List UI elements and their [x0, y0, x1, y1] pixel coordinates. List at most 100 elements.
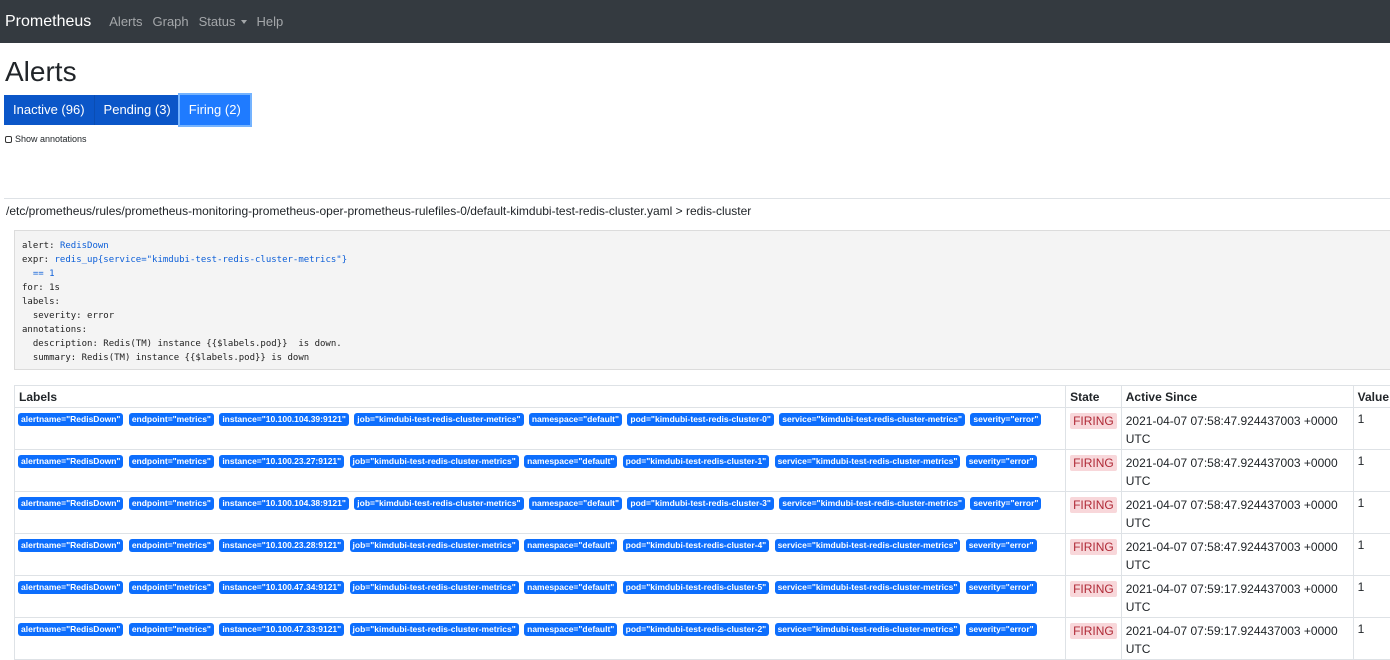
label-badge: severity="error": [966, 581, 1037, 594]
rule-for: for: 1s: [22, 283, 60, 293]
label-badge: endpoint="metrics": [129, 497, 214, 510]
label-badge: namespace="default": [524, 623, 617, 636]
label-badge: namespace="default": [529, 497, 622, 510]
label-badge: job="kimdubi-test-redis-cluster-metrics": [350, 455, 519, 468]
caret-down-icon: [241, 20, 247, 24]
nav-status-label: Status: [199, 14, 236, 29]
labels-cell: alertname="RedisDown" endpoint="metrics"…: [15, 534, 1066, 576]
table-row: alertname="RedisDown" endpoint="metrics"…: [15, 576, 1390, 618]
table-row: alertname="RedisDown" endpoint="metrics"…: [15, 408, 1390, 450]
state-badge: FIRING: [1070, 497, 1117, 513]
show-annotations-checkbox[interactable]: [5, 136, 12, 143]
value-cell: 1: [1353, 618, 1390, 660]
tab-inactive[interactable]: Inactive (96): [4, 95, 94, 125]
label-badge: endpoint="metrics": [129, 539, 214, 552]
state-cell: FIRING: [1066, 492, 1122, 534]
state-badge: FIRING: [1070, 623, 1117, 639]
state-badge: FIRING: [1070, 539, 1117, 555]
label-badge: instance="10.100.104.38:9121": [219, 497, 349, 510]
label-badge: severity="error": [966, 455, 1037, 468]
value-cell: 1: [1353, 492, 1390, 534]
label-badge: endpoint="metrics": [129, 413, 214, 426]
label-badge: alertname="RedisDown": [18, 623, 123, 636]
top-navbar: Prometheus Alerts Graph Status Help: [0, 0, 1390, 43]
rule-expr-link[interactable]: redis_up{service="kimdubi-test-redis-clu…: [55, 255, 348, 265]
table-row: alertname="RedisDown" endpoint="metrics"…: [15, 450, 1390, 492]
value-cell: 1: [1353, 534, 1390, 576]
label-badge: namespace="default": [524, 455, 617, 468]
active-since-cell: 2021-04-07 07:58:47.924437003 +0000 UTC: [1121, 534, 1353, 576]
value-cell: 1: [1353, 450, 1390, 492]
alert-state-tabs: Inactive (96) Pending (3) Firing (2): [4, 95, 250, 125]
rule-annotations-key: annotations:: [22, 325, 87, 335]
rule-alert-name-link[interactable]: RedisDown: [60, 241, 109, 251]
label-badge: alertname="RedisDown": [18, 413, 123, 426]
rule-labels-key: labels:: [22, 297, 60, 307]
nav-graph[interactable]: Graph: [153, 14, 189, 29]
label-badge: severity="error": [970, 413, 1041, 426]
label-badge: service="kimdubi-test-redis-cluster-metr…: [775, 539, 961, 552]
label-badge: instance="10.100.47.34:9121": [219, 581, 344, 594]
label-badge: endpoint="metrics": [129, 455, 214, 468]
rule-group-header[interactable]: /etc/prometheus/rules/prometheus-monitor…: [4, 198, 1390, 222]
table-header-row: Labels State Active Since Value: [15, 386, 1390, 408]
state-cell: FIRING: [1066, 618, 1122, 660]
tab-pending[interactable]: Pending (3): [94, 95, 180, 125]
label-badge: instance="10.100.23.27:9121": [219, 455, 344, 468]
label-badge: service="kimdubi-test-redis-cluster-metr…: [775, 455, 961, 468]
show-annotations-toggle[interactable]: Show annotations: [5, 134, 87, 144]
label-badge: instance="10.100.47.33:9121": [219, 623, 344, 636]
label-badge: job="kimdubi-test-redis-cluster-metrics": [354, 497, 523, 510]
table-row: alertname="RedisDown" endpoint="metrics"…: [15, 534, 1390, 576]
show-annotations-label: Show annotations: [15, 134, 87, 144]
header-labels: Labels: [15, 386, 1066, 408]
label-badge: severity="error": [966, 539, 1037, 552]
state-cell: FIRING: [1066, 450, 1122, 492]
nav-help[interactable]: Help: [257, 14, 284, 29]
tab-firing[interactable]: Firing (2): [180, 95, 250, 125]
label-badge: pod="kimdubi-test-redis-cluster-3": [627, 497, 774, 510]
rule-definition: alert: RedisDown expr: redis_up{service=…: [14, 230, 1390, 370]
rule-summary: summary: Redis(TM) instance {{$labels.po…: [22, 353, 309, 363]
active-since-cell: 2021-04-07 07:59:17.924437003 +0000 UTC: [1121, 618, 1353, 660]
label-badge: alertname="RedisDown": [18, 455, 123, 468]
state-badge: FIRING: [1070, 455, 1117, 471]
active-since-cell: 2021-04-07 07:58:47.924437003 +0000 UTC: [1121, 408, 1353, 450]
label-badge: job="kimdubi-test-redis-cluster-metrics": [350, 623, 519, 636]
nav-alerts[interactable]: Alerts: [109, 14, 142, 29]
label-badge: alertname="RedisDown": [18, 497, 123, 510]
label-badge: pod="kimdubi-test-redis-cluster-0": [627, 413, 774, 426]
alerts-table: Labels State Active Since Value alertnam…: [14, 385, 1390, 660]
label-badge: job="kimdubi-test-redis-cluster-metrics": [350, 539, 519, 552]
label-badge: job="kimdubi-test-redis-cluster-metrics": [354, 413, 523, 426]
labels-cell: alertname="RedisDown" endpoint="metrics"…: [15, 450, 1066, 492]
label-badge: job="kimdubi-test-redis-cluster-metrics": [350, 581, 519, 594]
rule-expr-key: expr:: [22, 255, 55, 265]
label-badge: alertname="RedisDown": [18, 581, 123, 594]
label-badge: pod="kimdubi-test-redis-cluster-4": [623, 539, 770, 552]
state-cell: FIRING: [1066, 576, 1122, 618]
label-badge: severity="error": [966, 623, 1037, 636]
state-badge: FIRING: [1070, 581, 1117, 597]
label-badge: alertname="RedisDown": [18, 539, 123, 552]
label-badge: endpoint="metrics": [129, 623, 214, 636]
rule-expr-continuation[interactable]: == 1: [22, 269, 55, 279]
label-badge: severity="error": [970, 497, 1041, 510]
rule-description: description: Redis(TM) instance {{$label…: [22, 339, 342, 349]
table-row: alertname="RedisDown" endpoint="metrics"…: [15, 618, 1390, 660]
rule-severity: severity: error: [22, 311, 114, 321]
label-badge: namespace="default": [524, 581, 617, 594]
value-cell: 1: [1353, 408, 1390, 450]
label-badge: namespace="default": [524, 539, 617, 552]
nav-status-dropdown[interactable]: Status: [199, 14, 247, 29]
table-row: alertname="RedisDown" endpoint="metrics"…: [15, 492, 1390, 534]
label-badge: pod="kimdubi-test-redis-cluster-5": [623, 581, 770, 594]
labels-cell: alertname="RedisDown" endpoint="metrics"…: [15, 492, 1066, 534]
page-title: Alerts: [5, 56, 77, 88]
header-value: Value: [1353, 386, 1390, 408]
label-badge: instance="10.100.23.28:9121": [219, 539, 344, 552]
value-cell: 1: [1353, 576, 1390, 618]
label-badge: service="kimdubi-test-redis-cluster-metr…: [775, 581, 961, 594]
brand-link[interactable]: Prometheus: [5, 13, 91, 31]
labels-cell: alertname="RedisDown" endpoint="metrics"…: [15, 408, 1066, 450]
